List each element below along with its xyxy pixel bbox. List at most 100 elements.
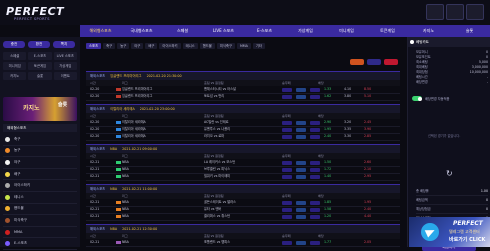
odds-button[interactable] <box>296 200 306 205</box>
odds-button[interactable] <box>282 120 292 125</box>
sport-tab-5[interactable]: 아이스하키 <box>159 43 181 49</box>
odds-button[interactable] <box>296 167 306 172</box>
sport-item-5[interactable]: 테니스 <box>3 192 77 204</box>
match-row[interactable]: 02-20 잉글랜드 프리미어리그 토트넘 vs 번리 1.62 3.80 5.10 <box>86 93 400 101</box>
odds-button[interactable] <box>310 167 320 172</box>
odds-button[interactable] <box>310 134 320 139</box>
odds-button[interactable] <box>282 167 292 172</box>
sidebar-menu-item-1[interactable]: E-스포츠 <box>28 52 52 60</box>
odds-button[interactable] <box>296 214 306 219</box>
odds-button[interactable] <box>282 127 292 132</box>
casino-banner[interactable]: 카지노 슬롯 <box>3 97 77 121</box>
sport-tab-3[interactable]: 야구 <box>131 43 144 49</box>
match-row[interactable]: 02-21 NBA 포틀랜드 vs 멤피스 1.77 2.05 <box>86 239 400 247</box>
message-button[interactable] <box>446 4 464 20</box>
odds-button[interactable] <box>310 94 320 99</box>
odds-button[interactable] <box>296 134 306 139</box>
odds-button[interactable] <box>310 87 320 92</box>
odds-button[interactable] <box>282 87 292 92</box>
telegram-ad-banner[interactable]: PERFECT 텔레그램 고객센터 바로가기 CLICK <box>409 217 490 247</box>
odds-button[interactable] <box>282 200 292 205</box>
sport-item-4[interactable]: 아이스하키 <box>3 180 77 192</box>
sport-item-6[interactable]: 핸드볼 <box>3 204 77 216</box>
nav-item-9[interactable]: 슬롯 <box>449 28 490 34</box>
sidebar-menu-item-2[interactable]: LIVE 스포츠 <box>53 52 77 60</box>
nav-item-3[interactable]: LIVE 스포츠 <box>203 28 244 34</box>
brand-logo[interactable]: PERFECT PERFECT SPORTS <box>6 5 68 21</box>
sport-tab-0[interactable]: 스포츠 <box>86 43 102 49</box>
sport-icon <box>5 136 10 142</box>
sport-tab-9[interactable]: MMA <box>236 43 251 49</box>
match-row[interactable]: 02-21 NBA 밀워키 vs 마이애미 1.40 2.95 <box>86 173 400 181</box>
sport-item-1[interactable]: 농구 <box>3 146 77 158</box>
odds-button[interactable] <box>296 127 306 132</box>
sidebar-menu-item-8[interactable]: 이벤트 <box>53 72 77 80</box>
sport-item-3[interactable]: 배구 <box>3 169 77 181</box>
league-header: 해외스포츠 NBA 2021-02-21 11:00:00 <box>86 184 400 193</box>
nav-item-0[interactable]: 해외형스포츠 <box>80 28 121 34</box>
odds-button[interactable] <box>282 134 292 139</box>
filter-button-1[interactable] <box>350 59 364 65</box>
odds-button[interactable] <box>310 207 320 212</box>
odds-button[interactable] <box>296 207 306 212</box>
banner-left-label: 카지노 <box>23 105 40 112</box>
nav-item-6[interactable]: 미니게임 <box>326 28 367 34</box>
filter-button-2[interactable] <box>367 59 381 65</box>
sidebar-menu-item-0[interactable]: 스페셜 <box>3 52 27 60</box>
sidebar-menu-item-5[interactable]: 가상게임 <box>53 62 77 70</box>
match-row[interactable]: 02-20 이탈리아 세리에A 라치오 vs 로마 2.40 3.30 2.85 <box>86 133 400 141</box>
auto-odds-toggle[interactable] <box>412 96 422 101</box>
odds-button[interactable] <box>296 87 306 92</box>
sidebar-menu-item-4[interactable]: 토큰게임 <box>28 62 52 70</box>
sport-item-0[interactable]: 축구 <box>3 134 77 146</box>
sport-tab-4[interactable]: 배구 <box>145 43 158 49</box>
nav-item-2[interactable]: 스페셜 <box>162 28 203 34</box>
odds-button[interactable] <box>310 240 320 245</box>
odds-button[interactable] <box>310 127 320 132</box>
quick-button-0[interactable]: 충전 <box>3 41 25 48</box>
match-row[interactable]: 02-21 NBA 클리퍼스 vs 휴스턴 1.20 4.40 <box>86 213 400 221</box>
odds-button[interactable] <box>282 94 292 99</box>
odds-button[interactable] <box>310 174 320 179</box>
sport-item-7[interactable]: 미식축구 <box>3 215 77 227</box>
sport-item-2[interactable]: 야구 <box>3 157 77 169</box>
sidebar-menu-item-3[interactable]: 미니게임 <box>3 62 27 70</box>
odds-button[interactable] <box>310 120 320 125</box>
sport-tab-10[interactable]: 기타 <box>252 43 265 49</box>
nav-item-7[interactable]: 토큰게임 <box>367 28 408 34</box>
row-league: 잉글랜드 프리미어리그 <box>122 87 153 91</box>
nav-item-5[interactable]: 가상게임 <box>285 28 326 34</box>
sidebar-menu-item-7[interactable]: 슬롯 <box>28 72 52 80</box>
filter-button-3[interactable] <box>384 59 398 65</box>
odds-button[interactable] <box>282 214 292 219</box>
sport-tab-6[interactable]: 테니스 <box>182 43 198 49</box>
refresh-icon[interactable]: ↻ <box>446 169 453 178</box>
sport-tab-2[interactable]: 농구 <box>117 43 130 49</box>
odds-button[interactable] <box>282 240 292 245</box>
odds-button[interactable] <box>296 240 306 245</box>
sport-tab-7[interactable]: 핸드볼 <box>199 43 215 49</box>
sidebar-menu-item-6[interactable]: 카지노 <box>3 72 27 80</box>
sport-item-9[interactable]: E-스포츠 <box>3 238 77 250</box>
odds-button[interactable] <box>310 160 320 165</box>
odds-button[interactable] <box>296 160 306 165</box>
odds-button[interactable] <box>296 94 306 99</box>
odds-button[interactable] <box>296 174 306 179</box>
quick-button-1[interactable]: 환전 <box>28 41 50 48</box>
odds-button[interactable] <box>296 120 306 125</box>
logout-button[interactable] <box>466 4 484 20</box>
odds-button[interactable] <box>310 214 320 219</box>
odds-button[interactable] <box>310 200 320 205</box>
quick-button-2[interactable]: 쪽지 <box>53 41 75 48</box>
sports-list: 축구 농구 야구 배구 아이스하키 테니스 핸드볼 미식축구 MMA E-스포츠 <box>3 134 77 250</box>
odds-button[interactable] <box>282 174 292 179</box>
odds-button[interactable] <box>282 207 292 212</box>
sport-tab-1[interactable]: 축구 <box>103 43 116 49</box>
sport-tab-8[interactable]: 미식축구 <box>216 43 235 49</box>
user-button[interactable] <box>426 4 444 20</box>
nav-item-1[interactable]: 국내형스포츠 <box>121 28 162 34</box>
sport-item-8[interactable]: MMA <box>3 227 77 239</box>
nav-item-4[interactable]: E-스포츠 <box>244 28 285 34</box>
nav-item-8[interactable]: 카지노 <box>408 28 449 34</box>
odds-button[interactable] <box>282 160 292 165</box>
